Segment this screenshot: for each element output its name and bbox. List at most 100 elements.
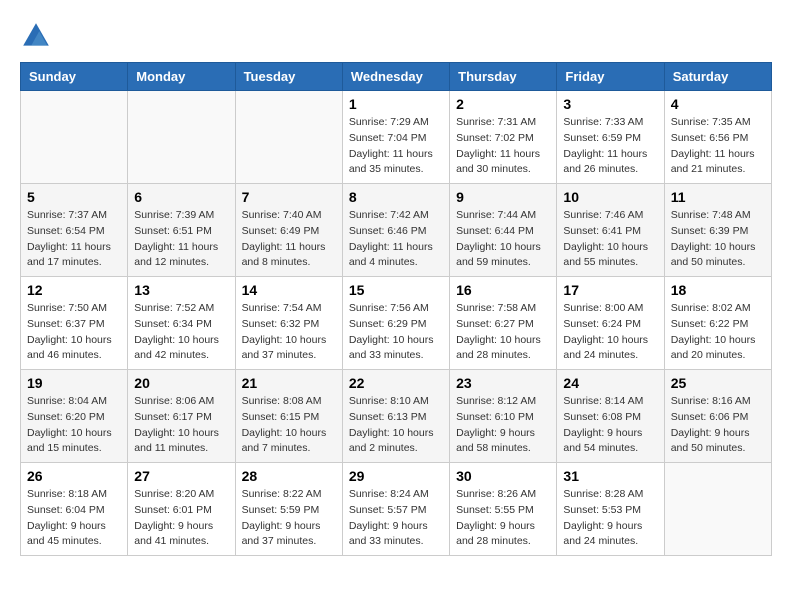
calendar-week-row: 5 Sunrise: 7:37 AMSunset: 6:54 PMDaylight…	[21, 184, 772, 277]
day-number: 15	[349, 282, 443, 298]
day-info: Sunrise: 8:26 AMSunset: 5:55 PMDaylight:…	[456, 487, 550, 550]
page: SundayMondayTuesdayWednesdayThursdayFrid…	[0, 0, 792, 566]
calendar-day-cell: 16 Sunrise: 7:58 AMSunset: 6:27 PMDayligh…	[450, 277, 557, 370]
calendar-table: SundayMondayTuesdayWednesdayThursdayFrid…	[20, 62, 772, 556]
day-number: 26	[27, 468, 121, 484]
day-info: Sunrise: 7:33 AMSunset: 6:59 PMDaylight:…	[563, 115, 657, 178]
day-number: 16	[456, 282, 550, 298]
day-number: 21	[242, 375, 336, 391]
day-info: Sunrise: 8:06 AMSunset: 6:17 PMDaylight:…	[134, 394, 228, 457]
calendar-day-cell: 12 Sunrise: 7:50 AMSunset: 6:37 PMDayligh…	[21, 277, 128, 370]
calendar-day-cell: 18 Sunrise: 8:02 AMSunset: 6:22 PMDayligh…	[664, 277, 771, 370]
day-info: Sunrise: 8:04 AMSunset: 6:20 PMDaylight:…	[27, 394, 121, 457]
calendar-day-cell: 17 Sunrise: 8:00 AMSunset: 6:24 PMDayligh…	[557, 277, 664, 370]
day-number: 18	[671, 282, 765, 298]
day-number: 9	[456, 189, 550, 205]
calendar-week-row: 1Sunrise: 7:29 AMSunset: 7:04 PMDaylight…	[21, 91, 772, 184]
day-number: 31	[563, 468, 657, 484]
day-info: Sunrise: 7:52 AMSunset: 6:34 PMDaylight:…	[134, 301, 228, 364]
day-info: Sunrise: 7:46 AMSunset: 6:41 PMDaylight:…	[563, 208, 657, 271]
day-info: Sunrise: 7:58 AMSunset: 6:27 PMDaylight:…	[456, 301, 550, 364]
calendar-week-row: 12 Sunrise: 7:50 AMSunset: 6:37 PMDayligh…	[21, 277, 772, 370]
day-info: Sunrise: 8:10 AMSunset: 6:13 PMDaylight:…	[349, 394, 443, 457]
calendar-day-cell: 23Sunrise: 8:12 AMSunset: 6:10 PMDayligh…	[450, 370, 557, 463]
day-info: Sunrise: 7:40 AMSunset: 6:49 PMDaylight:…	[242, 208, 336, 271]
day-number: 17	[563, 282, 657, 298]
calendar-day-cell	[664, 463, 771, 556]
header	[20, 20, 772, 52]
day-info: Sunrise: 7:35 AMSunset: 6:56 PMDaylight:…	[671, 115, 765, 178]
calendar-day-cell: 13 Sunrise: 7:52 AMSunset: 6:34 PMDayligh…	[128, 277, 235, 370]
day-number: 20	[134, 375, 228, 391]
calendar-day-cell: 9 Sunrise: 7:44 AMSunset: 6:44 PMDaylight…	[450, 184, 557, 277]
day-info: Sunrise: 8:00 AMSunset: 6:24 PMDaylight:…	[563, 301, 657, 364]
day-info: Sunrise: 7:29 AMSunset: 7:04 PMDaylight:…	[349, 115, 443, 178]
calendar-week-row: 19 Sunrise: 8:04 AMSunset: 6:20 PMDayligh…	[21, 370, 772, 463]
calendar-day-cell: 30 Sunrise: 8:26 AMSunset: 5:55 PMDayligh…	[450, 463, 557, 556]
calendar-day-cell: 24Sunrise: 8:14 AMSunset: 6:08 PMDayligh…	[557, 370, 664, 463]
logo-icon	[20, 20, 52, 52]
calendar-day-cell: 1Sunrise: 7:29 AMSunset: 7:04 PMDaylight…	[342, 91, 449, 184]
day-info: Sunrise: 7:50 AMSunset: 6:37 PMDaylight:…	[27, 301, 121, 364]
calendar-day-cell: 19 Sunrise: 8:04 AMSunset: 6:20 PMDayligh…	[21, 370, 128, 463]
day-number: 28	[242, 468, 336, 484]
calendar-day-cell	[21, 91, 128, 184]
calendar-day-cell	[128, 91, 235, 184]
calendar-day-cell: 4 Sunrise: 7:35 AMSunset: 6:56 PMDaylight…	[664, 91, 771, 184]
day-number: 11	[671, 189, 765, 205]
day-number: 6	[134, 189, 228, 205]
calendar-header-row: SundayMondayTuesdayWednesdayThursdayFrid…	[21, 63, 772, 91]
day-number: 8	[349, 189, 443, 205]
calendar-day-cell: 7 Sunrise: 7:40 AMSunset: 6:49 PMDaylight…	[235, 184, 342, 277]
day-info: Sunrise: 8:08 AMSunset: 6:15 PMDaylight:…	[242, 394, 336, 457]
weekday-header: Wednesday	[342, 63, 449, 91]
day-number: 2	[456, 96, 550, 112]
weekday-header: Friday	[557, 63, 664, 91]
day-info: Sunrise: 8:02 AMSunset: 6:22 PMDaylight:…	[671, 301, 765, 364]
calendar-day-cell: 28 Sunrise: 8:22 AMSunset: 5:59 PMDayligh…	[235, 463, 342, 556]
calendar-day-cell: 21 Sunrise: 8:08 AMSunset: 6:15 PMDayligh…	[235, 370, 342, 463]
day-info: Sunrise: 8:20 AMSunset: 6:01 PMDaylight:…	[134, 487, 228, 550]
calendar-day-cell: 27 Sunrise: 8:20 AMSunset: 6:01 PMDayligh…	[128, 463, 235, 556]
calendar-day-cell: 6 Sunrise: 7:39 AMSunset: 6:51 PMDaylight…	[128, 184, 235, 277]
day-info: Sunrise: 7:56 AMSunset: 6:29 PMDaylight:…	[349, 301, 443, 364]
day-number: 13	[134, 282, 228, 298]
calendar-day-cell: 26 Sunrise: 8:18 AMSunset: 6:04 PMDayligh…	[21, 463, 128, 556]
day-info: Sunrise: 7:39 AMSunset: 6:51 PMDaylight:…	[134, 208, 228, 271]
day-info: Sunrise: 7:54 AMSunset: 6:32 PMDaylight:…	[242, 301, 336, 364]
day-number: 22	[349, 375, 443, 391]
calendar-day-cell: 29 Sunrise: 8:24 AMSunset: 5:57 PMDayligh…	[342, 463, 449, 556]
day-info: Sunrise: 8:22 AMSunset: 5:59 PMDaylight:…	[242, 487, 336, 550]
day-number: 5	[27, 189, 121, 205]
day-number: 10	[563, 189, 657, 205]
day-info: Sunrise: 8:14 AMSunset: 6:08 PMDaylight:…	[563, 394, 657, 457]
day-number: 25	[671, 375, 765, 391]
calendar-day-cell: 11 Sunrise: 7:48 AMSunset: 6:39 PMDayligh…	[664, 184, 771, 277]
day-info: Sunrise: 7:37 AMSunset: 6:54 PMDaylight:…	[27, 208, 121, 271]
day-number: 3	[563, 96, 657, 112]
day-number: 30	[456, 468, 550, 484]
day-number: 27	[134, 468, 228, 484]
calendar-day-cell: 25Sunrise: 8:16 AMSunset: 6:06 PMDayligh…	[664, 370, 771, 463]
day-number: 19	[27, 375, 121, 391]
day-info: Sunrise: 8:28 AMSunset: 5:53 PMDaylight:…	[563, 487, 657, 550]
day-info: Sunrise: 8:18 AMSunset: 6:04 PMDaylight:…	[27, 487, 121, 550]
calendar-day-cell: 14 Sunrise: 7:54 AMSunset: 6:32 PMDayligh…	[235, 277, 342, 370]
day-number: 12	[27, 282, 121, 298]
day-number: 14	[242, 282, 336, 298]
day-info: Sunrise: 8:12 AMSunset: 6:10 PMDaylight:…	[456, 394, 550, 457]
day-number: 4	[671, 96, 765, 112]
day-info: Sunrise: 8:24 AMSunset: 5:57 PMDaylight:…	[349, 487, 443, 550]
calendar-week-row: 26 Sunrise: 8:18 AMSunset: 6:04 PMDayligh…	[21, 463, 772, 556]
weekday-header: Tuesday	[235, 63, 342, 91]
weekday-header: Sunday	[21, 63, 128, 91]
day-info: Sunrise: 7:48 AMSunset: 6:39 PMDaylight:…	[671, 208, 765, 271]
calendar-day-cell: 10 Sunrise: 7:46 AMSunset: 6:41 PMDayligh…	[557, 184, 664, 277]
logo	[20, 20, 56, 52]
calendar-day-cell: 3 Sunrise: 7:33 AMSunset: 6:59 PMDaylight…	[557, 91, 664, 184]
day-info: Sunrise: 7:44 AMSunset: 6:44 PMDaylight:…	[456, 208, 550, 271]
day-number: 7	[242, 189, 336, 205]
weekday-header: Thursday	[450, 63, 557, 91]
day-number: 29	[349, 468, 443, 484]
day-info: Sunrise: 7:31 AMSunset: 7:02 PMDaylight:…	[456, 115, 550, 178]
